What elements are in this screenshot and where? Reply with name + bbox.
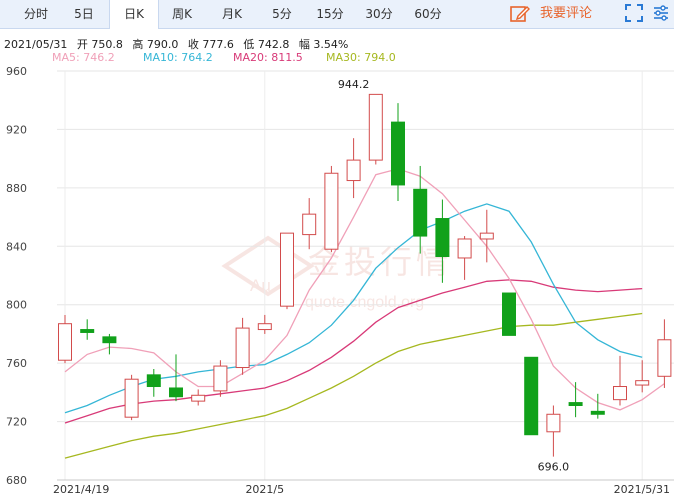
candle-body xyxy=(58,323,72,361)
candle-up xyxy=(368,93,383,165)
candle-body xyxy=(657,339,672,377)
candle-down xyxy=(391,103,405,202)
x-axis: 2021/4/19 2021/5 2021/5/31 xyxy=(53,479,674,495)
candle-up xyxy=(257,314,272,334)
candle-body xyxy=(191,394,206,402)
y-tick-label: 920 xyxy=(6,123,27,136)
candle-body xyxy=(80,329,95,333)
x-tick-label: 2021/4/19 xyxy=(53,483,109,495)
candle-down xyxy=(80,319,95,340)
candle-body xyxy=(435,218,450,258)
candle-body xyxy=(391,121,405,186)
moving-average-lines xyxy=(64,168,665,459)
x-tick-label: 2021/5/31 xyxy=(614,483,670,495)
candle-up xyxy=(635,360,650,393)
candle-down xyxy=(524,356,539,436)
candle-down xyxy=(102,333,117,355)
candle-body xyxy=(568,402,583,407)
candle-up xyxy=(657,319,672,388)
candle-down xyxy=(590,393,605,419)
candle-up xyxy=(124,374,139,421)
candle-body xyxy=(502,292,516,336)
candle-down xyxy=(502,292,516,336)
candle-body xyxy=(324,172,339,250)
candle-body xyxy=(235,327,250,369)
candle-body xyxy=(346,159,361,182)
candle-up xyxy=(546,405,561,457)
candle-up xyxy=(58,314,72,364)
svg-text:Au: Au xyxy=(250,276,271,295)
candle-body xyxy=(302,213,317,236)
candle-body xyxy=(146,374,161,388)
candle-body xyxy=(457,238,472,259)
candle-down xyxy=(146,368,161,397)
candle-body xyxy=(524,356,539,436)
y-tick-label: 680 xyxy=(6,474,27,487)
y-tick-label: 800 xyxy=(6,299,27,312)
y-tick-label: 760 xyxy=(6,357,27,370)
candle-body xyxy=(213,365,228,392)
candle-down xyxy=(568,382,583,418)
site-watermark: Au 金投行情 quote.cngold.org xyxy=(221,235,448,311)
candle-up xyxy=(346,138,361,199)
candle-down xyxy=(169,354,183,402)
y-tick-label: 720 xyxy=(6,416,27,429)
x-tick-label: 2021/5 xyxy=(245,483,284,495)
candle-body xyxy=(635,380,650,386)
candle-up xyxy=(479,209,494,263)
candle-body xyxy=(613,386,627,401)
candle-body xyxy=(546,413,561,433)
extreme-value-label: 944.2 xyxy=(338,78,370,91)
candle-up xyxy=(302,198,317,250)
candle-body xyxy=(413,188,428,237)
candle-up xyxy=(191,389,206,406)
candle-body xyxy=(590,410,605,415)
candle-up xyxy=(280,232,294,310)
y-tick-label: 960 xyxy=(6,65,27,78)
candle-body xyxy=(169,387,183,398)
candle-body xyxy=(368,93,383,161)
candle-up xyxy=(324,165,339,253)
candlestick-chart: Au 金投行情 quote.cngold.org 960 920 880 840 800… xyxy=(6,65,674,495)
candle-up xyxy=(213,360,228,397)
extreme-value-label: 696.0 xyxy=(538,461,570,474)
svg-text:quote.cngold.org: quote.cngold.org xyxy=(305,294,424,311)
candle-body xyxy=(102,336,117,344)
y-tick-label: 880 xyxy=(6,182,27,195)
candle-up xyxy=(457,236,472,280)
y-tick-label: 840 xyxy=(6,240,27,253)
y-axis: 960 920 880 840 800 760 720 680 xyxy=(6,65,27,487)
candle-body xyxy=(124,378,139,418)
candle-body xyxy=(280,232,294,307)
candle-body xyxy=(479,232,494,240)
candle-body xyxy=(257,323,272,331)
candle-up xyxy=(235,317,250,375)
